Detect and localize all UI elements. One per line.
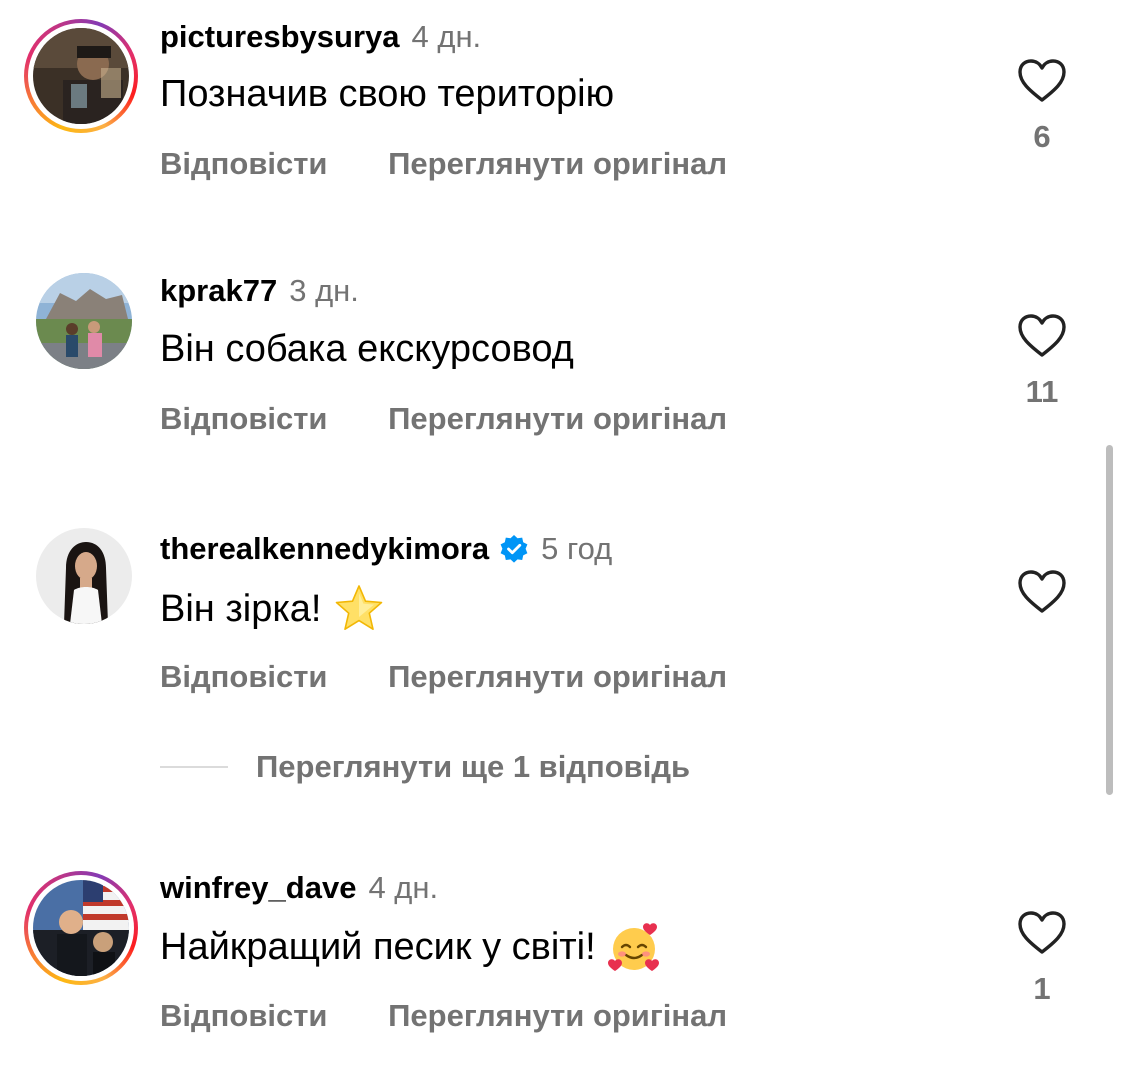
view-more-replies-label: Переглянути ще 1 відповідь — [256, 749, 691, 784]
username[interactable]: therealkennedykimora — [160, 530, 489, 568]
avatar-story-ring[interactable] — [24, 19, 138, 133]
username[interactable]: picturesbysurya — [160, 18, 400, 56]
comment-time: 4 дн. — [368, 870, 439, 905]
like-button[interactable]: 6 — [1012, 58, 1072, 156]
heart-outline-icon — [1018, 570, 1066, 613]
avatar[interactable] — [36, 528, 132, 624]
avatar — [33, 880, 129, 976]
like-count: 11 — [1025, 374, 1059, 409]
comment-text: Найкращий песик у світі! — [160, 926, 596, 968]
avatar-story-ring[interactable] — [24, 871, 138, 985]
like-button[interactable] — [1012, 569, 1072, 615]
reply-button[interactable]: Відповісти — [160, 145, 328, 183]
reply-button[interactable]: Відповісти — [160, 658, 328, 696]
like-button[interactable]: 1 — [1012, 910, 1072, 1008]
like-count: 1 — [1033, 971, 1051, 1006]
comment-text: Він зірка! — [160, 588, 322, 630]
view-original-button[interactable]: Переглянути оригінал — [388, 145, 727, 183]
comment-time: 4 дн. — [411, 19, 482, 54]
smiling-face-with-hearts-icon — [607, 923, 659, 971]
view-more-replies-button[interactable]: Переглянути ще 1 відповідь — [160, 748, 690, 786]
divider-line — [160, 766, 228, 768]
view-original-button[interactable]: Переглянути оригінал — [388, 997, 727, 1035]
username[interactable]: winfrey_dave — [160, 869, 356, 907]
verified-badge-icon — [500, 535, 528, 563]
star-emoji-icon — [336, 585, 383, 630]
username[interactable]: kprak77 — [160, 272, 277, 310]
heart-outline-icon — [1018, 314, 1066, 357]
view-original-button[interactable]: Переглянути оригінал — [388, 658, 727, 696]
like-button[interactable]: 11 — [1012, 313, 1072, 411]
reply-button[interactable]: Відповісти — [160, 400, 328, 438]
reply-button[interactable]: Відповісти — [160, 997, 328, 1035]
comment-text: Він собака екскурсовод — [160, 328, 574, 370]
comment-time: 5 год — [541, 531, 613, 566]
avatar[interactable] — [36, 273, 132, 369]
heart-outline-icon — [1018, 911, 1066, 954]
comment-time: 3 дн. — [289, 273, 359, 308]
view-original-button[interactable]: Переглянути оригінал — [388, 400, 727, 438]
scrollbar[interactable] — [1106, 445, 1113, 795]
comment-text: Позначив свою територію — [160, 73, 615, 115]
avatar — [33, 28, 129, 124]
heart-outline-icon — [1018, 59, 1066, 102]
like-count: 6 — [1033, 119, 1051, 154]
